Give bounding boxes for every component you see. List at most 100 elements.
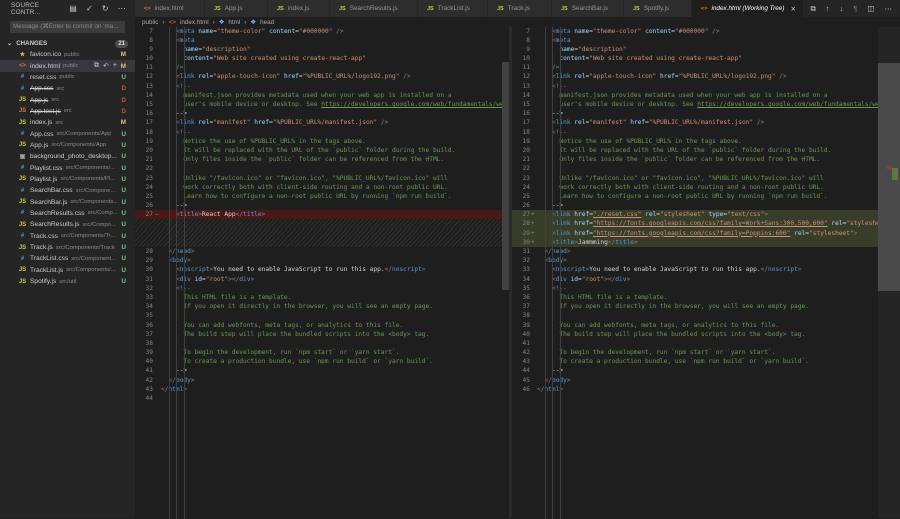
change-item[interactable]: JS App.js src D <box>0 94 135 105</box>
code-line: 41 <box>512 339 878 348</box>
changes-section-header[interactable]: ⌄ CHANGES 21 <box>0 38 135 49</box>
code-line: 19 Notice the use of %PUBLIC_URL% in the… <box>135 137 509 146</box>
commit-message-input[interactable]: Message (⌘Enter to commit on 'ma... <box>10 21 125 33</box>
code-text: <noscript>You need to enable JavaScript … <box>175 266 426 274</box>
indent-guide <box>183 26 185 519</box>
code-line: 21 Only files inside the `public` folder… <box>135 155 509 164</box>
file-name: App.test.js <box>30 107 61 115</box>
change-item[interactable]: JS Track.js src/Components/Track U <box>0 242 135 253</box>
commit-check-icon[interactable]: ✓ <box>86 4 93 13</box>
view-as-tree-icon[interactable]: ▤ <box>69 4 77 13</box>
code-line: 36 You can add webfonts, meta tags, or a… <box>135 321 509 330</box>
tab[interactable]: JS Track.js <box>488 0 552 17</box>
code-text: You can add webfonts, meta tags, or anal… <box>161 321 404 329</box>
breadcrumb-item[interactable]: head <box>260 19 274 26</box>
discard-changes-icon[interactable]: ↶ <box>103 62 109 70</box>
tab[interactable]: JS Spotify.js <box>624 0 692 17</box>
file-name: App.css <box>30 85 54 93</box>
whitespace-toggle-icon[interactable]: ¶ <box>853 4 857 13</box>
file-name: Playlist.js <box>30 175 58 183</box>
close-icon[interactable]: ✕ <box>790 5 795 13</box>
more-actions-icon[interactable]: ⋯ <box>118 4 126 13</box>
overview-ruler[interactable] <box>878 27 900 518</box>
breadcrumb-item[interactable]: html <box>228 19 240 26</box>
code-line: 40 To create a production bundle, use `n… <box>135 357 509 366</box>
code-line: 21 Only files inside the `public` folder… <box>512 155 878 164</box>
file-name: App.js <box>30 141 49 149</box>
code-line: 42 </body> <box>135 376 509 385</box>
change-item[interactable]: ★ favicon.ico public M <box>0 49 135 60</box>
change-item[interactable]: JS Spotify.js src/util U <box>0 276 135 287</box>
change-item[interactable]: ▣ background_photo_desktop... U <box>0 151 135 162</box>
line-number: 40 <box>522 330 530 338</box>
change-item[interactable]: JS index.js src M <box>0 117 135 128</box>
change-item[interactable]: # App.css src/Components/App U <box>0 128 135 139</box>
status-badge: U <box>121 187 126 195</box>
open-file-icon[interactable]: ⧉ <box>94 62 99 70</box>
sidebar-title: SOURCE CONTR... <box>11 1 41 16</box>
change-item[interactable]: JS App.js src/Components/App U <box>0 140 135 151</box>
line-number: 19 <box>522 137 530 145</box>
refresh-icon[interactable]: ↻ <box>102 4 109 13</box>
change-item[interactable]: JS App.test.js src D <box>0 106 135 117</box>
tab[interactable]: JS SearchResults.js <box>330 0 418 17</box>
change-item[interactable]: JS TrackList.js src/Components/... U <box>0 265 135 276</box>
tab-label: Spotify.js <box>643 5 670 12</box>
file-name: Track.js <box>30 244 53 252</box>
stage-changes-icon[interactable]: + <box>113 62 117 70</box>
code-line: 43 </html> <box>135 385 509 394</box>
code-line: 34 If you open it directly in the browse… <box>135 302 509 311</box>
left-scrollbar-thumb[interactable] <box>502 62 509 290</box>
tab[interactable]: JS SearchBar.js <box>552 0 624 17</box>
code-line: 40 The build step will place the bundled… <box>512 330 878 339</box>
change-item[interactable]: JS SearchResults.js src/Compo... U <box>0 219 135 230</box>
code-text: The build step will place the bundled sc… <box>161 330 430 338</box>
line-number: 33 <box>145 293 153 301</box>
tab[interactable]: <> index.html <box>135 0 205 17</box>
tab[interactable]: JS App.js <box>205 0 268 17</box>
file-path: src/Components... <box>70 199 119 206</box>
change-item[interactable]: # Track.css src/Components/Tr... U <box>0 231 135 242</box>
change-item[interactable]: # App.css src D <box>0 83 135 94</box>
status-badge: M <box>120 51 126 59</box>
original-editor-pane[interactable]: 7 <meta name="theme-color" content="#000… <box>135 26 509 519</box>
tab[interactable]: JS index.js <box>268 0 330 17</box>
next-change-icon[interactable]: ↓ <box>840 4 844 13</box>
change-item[interactable]: # SearchResults.css src/Comp... U <box>0 208 135 219</box>
code-text: Only files inside the `public` folder ca… <box>537 156 821 164</box>
open-file-icon[interactable]: ⧉ <box>811 4 816 14</box>
change-item[interactable]: JS SearchBar.js src/Components... U <box>0 196 135 207</box>
code-line: 16 --> <box>512 109 878 118</box>
more-actions-icon[interactable]: ⋯ <box>885 4 893 13</box>
code-line: 29 <body> <box>135 256 509 265</box>
breadcrumb-item[interactable]: public <box>142 19 158 26</box>
change-item[interactable]: # Playlist.css src/Components/... U <box>0 162 135 173</box>
line-number: 45 <box>522 376 530 384</box>
modified-editor-pane[interactable]: 7 <meta name="theme-color" content="#000… <box>512 26 878 519</box>
line-number: 17 <box>145 119 153 127</box>
line-number: 29 <box>145 257 153 265</box>
code-text: <link href="https://fonts.googleapis.com… <box>551 229 858 237</box>
change-item[interactable]: JS Playlist.js src/Components/Pl... U <box>0 174 135 185</box>
split-editor-icon[interactable]: ◫ <box>867 4 874 13</box>
change-item[interactable]: # reset.css public U <box>0 72 135 83</box>
code-text: Notice the use of %PUBLIC_URL% in the ta… <box>537 137 742 145</box>
code-text: <div id="root"></div> <box>551 275 631 283</box>
status-badge: U <box>121 221 126 229</box>
previous-change-icon[interactable]: ↑ <box>826 4 830 13</box>
code-line: 7 <meta name="theme-color" content="#000… <box>512 27 878 36</box>
breadcrumb-item[interactable]: index.html <box>180 19 209 26</box>
code-text: name="description" <box>183 45 251 53</box>
change-item[interactable]: <> index.html public ⧉ ↶ + M <box>0 60 135 72</box>
change-item[interactable]: # SearchBar.css src/Compone... U <box>0 185 135 196</box>
changes-list: ★ favicon.ico public M <> index.html public ⧉ ↶ +… <box>0 49 135 287</box>
code-line: 44 <box>135 394 509 403</box>
code-line: 33 This HTML file is a template. <box>135 293 509 302</box>
code-line: 14 manifest.json provides metadata used … <box>135 91 509 100</box>
code-line: 34 <div id="root"></div> <box>512 275 878 284</box>
change-item[interactable]: # TrackList.css src/Component... U <box>0 253 135 264</box>
chevron-down-icon: ⌄ <box>7 40 13 47</box>
tab[interactable]: <> index.html (Working Tree) ✕ <box>692 0 806 17</box>
tab[interactable]: JS TrackList.js <box>418 0 488 17</box>
code-text: If you open it directly in the browser, … <box>161 303 433 311</box>
